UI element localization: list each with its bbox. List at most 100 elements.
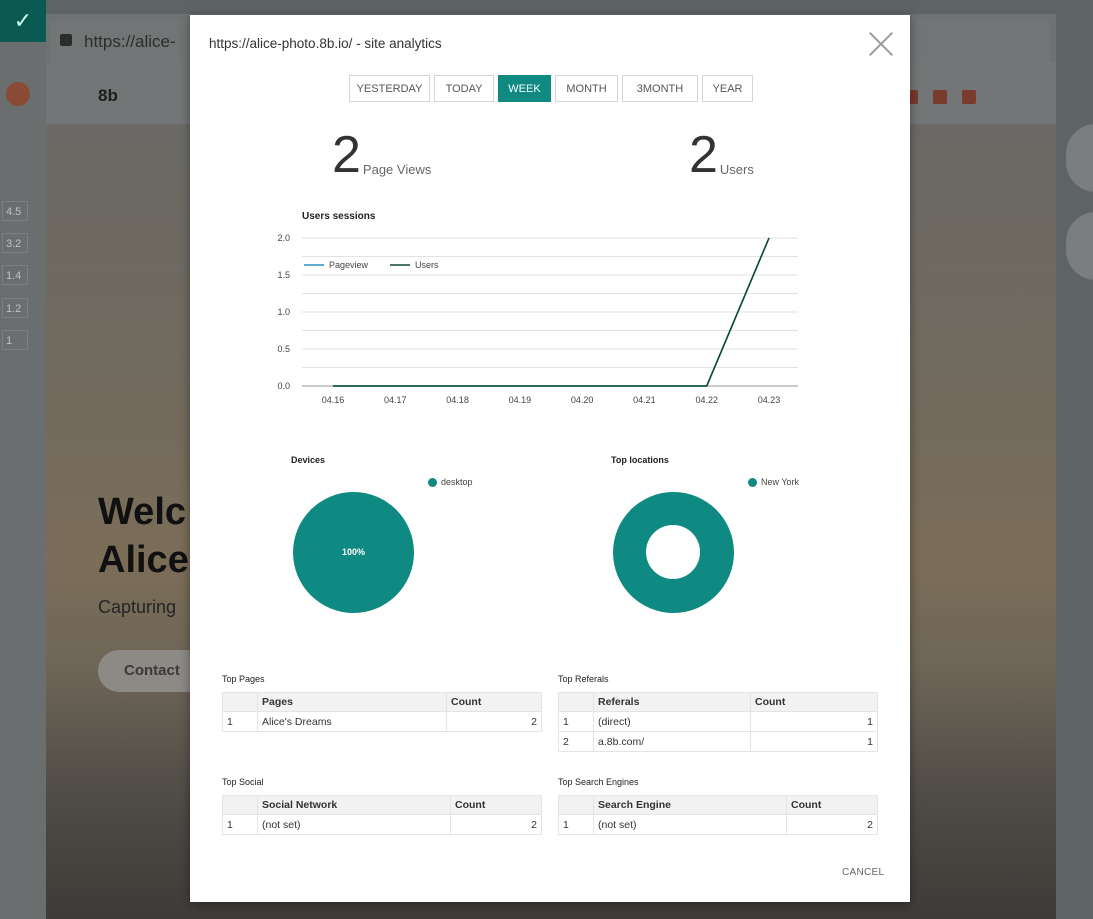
cancel-button[interactable]: CANCEL	[842, 867, 884, 878]
legend-label: desktop	[441, 477, 473, 487]
table-header: Count	[786, 795, 878, 815]
devices-legend: desktop	[428, 477, 473, 487]
tab-yesterday[interactable]: YESTERDAY	[349, 75, 430, 102]
y-tick-label: 0.5	[277, 344, 290, 354]
app-sidebar	[0, 0, 46, 919]
table-cell: 1	[222, 814, 258, 835]
facebook-icon[interactable]	[933, 90, 947, 104]
table-cell: (not set)	[257, 814, 451, 835]
table-header: Count	[446, 692, 542, 712]
table-header: Count	[450, 795, 542, 815]
line-chart-title: Users sessions	[302, 211, 376, 222]
pie-data-label: 100%	[342, 547, 366, 557]
locations-title: Top locations	[611, 455, 669, 465]
x-tick-label: 04.19	[509, 395, 532, 405]
table-cell: 2	[446, 711, 542, 732]
table-header: Social Network	[257, 795, 451, 815]
table-cell: 2	[450, 814, 542, 835]
table-header	[558, 795, 594, 815]
table-header	[558, 692, 594, 712]
users-sessions-chart: 0.0 0.5 1.0 1.5 2.0 04.16 04.17 04.18 04.19 04.20…	[277, 233, 798, 405]
hero-title-line: Welc	[98, 491, 187, 533]
top-social-title: Top Social	[222, 777, 264, 787]
legend-label: Users	[415, 260, 439, 270]
side-value: 1	[2, 330, 28, 350]
linkedin-icon[interactable]	[962, 90, 976, 104]
top-referals-title: Top Referals	[558, 674, 609, 684]
y-tick-label: 1.5	[277, 270, 290, 280]
tab-today[interactable]: TODAY	[434, 75, 494, 102]
tab-3month[interactable]: 3MONTH	[622, 75, 698, 102]
x-tick-label: 04.23	[758, 395, 781, 405]
table-row: 1 Alice's Dreams 2	[222, 711, 542, 732]
y-tick-label: 2.0	[277, 233, 290, 243]
table-cell: (not set)	[593, 814, 787, 835]
close-icon[interactable]	[868, 31, 894, 57]
table-cell: 1	[558, 711, 594, 732]
hero-title: Welc Alice	[98, 488, 189, 584]
top-pages-table: Pages Count 1 Alice's Dreams 2	[222, 692, 542, 732]
table-header: Count	[750, 692, 878, 712]
table-row: 2 a.8b.com/ 1	[558, 731, 878, 752]
avatar[interactable]	[6, 82, 30, 106]
lock-icon	[60, 34, 72, 46]
table-cell: 1	[750, 711, 878, 732]
x-tick-label: 04.21	[633, 395, 656, 405]
table-cell: 1	[750, 731, 878, 752]
page-views-metric: 2 Page Views	[332, 129, 431, 181]
y-tick-label: 0.0	[277, 381, 290, 391]
y-tick-label: 1.0	[277, 307, 290, 317]
period-tabs: YESTERDAY TODAY WEEK MONTH 3MONTH YEAR	[349, 75, 753, 102]
check-icon[interactable]: ✓	[0, 0, 46, 42]
side-value: 1.4	[2, 265, 28, 285]
table-cell: a.8b.com/	[593, 731, 751, 752]
tab-week[interactable]: WEEK	[498, 75, 551, 102]
legend-label: Pageview	[329, 260, 369, 270]
users-metric: 2 Users	[689, 129, 754, 181]
table-cell: 1	[222, 711, 258, 732]
table-row: 1 (not set) 2	[222, 814, 542, 835]
collapse-icon[interactable]	[1066, 212, 1093, 280]
x-tick-label: 04.20	[571, 395, 594, 405]
x-tick-label: 04.22	[695, 395, 718, 405]
tab-month[interactable]: MONTH	[555, 75, 618, 102]
table-cell: Alice's Dreams	[257, 711, 447, 732]
legend-swatch	[428, 477, 437, 487]
hero-subtitle: Capturing	[98, 597, 177, 617]
address-url: https://alice-	[84, 32, 176, 51]
page-views-label: Page Views	[362, 162, 432, 177]
top-search-title: Top Search Engines	[558, 777, 639, 787]
table-cell: 2	[558, 731, 594, 752]
top-pages-title: Top Pages	[222, 674, 265, 684]
x-tick-label: 04.17	[384, 395, 407, 405]
top-search-table: Search Engine Count 1 (not set) 2	[558, 795, 878, 835]
table-header: Referals	[593, 692, 751, 712]
modal-title: https://alice-photo.8b.io/ - site analyt…	[209, 36, 442, 51]
table-header: Pages	[257, 692, 447, 712]
users-value: 2	[689, 126, 718, 184]
legend-label: New York	[761, 477, 800, 487]
table-cell: 2	[786, 814, 878, 835]
side-value: 4.5	[2, 201, 28, 221]
table-header: Search Engine	[593, 795, 787, 815]
tab-year[interactable]: YEAR	[702, 75, 753, 102]
table-header	[222, 795, 258, 815]
settings-icon[interactable]	[1066, 124, 1093, 192]
table-cell: (direct)	[593, 711, 751, 732]
side-value: 1.2	[2, 298, 28, 318]
hero-title-line: Alice	[98, 539, 189, 581]
donut-hole	[646, 525, 700, 579]
legend-swatch	[748, 477, 757, 487]
table-header	[222, 692, 258, 712]
top-referals-table: Referals Count 1 (direct) 1 2 a.8b.com/ …	[558, 692, 878, 752]
site-logo[interactable]: 8b	[98, 86, 118, 106]
top-social-table: Social Network Count 1 (not set) 2	[222, 795, 542, 835]
table-row: 1 (direct) 1	[558, 711, 878, 732]
users-label: Users	[719, 162, 754, 177]
side-value: 3.2	[2, 233, 28, 253]
x-tick-label: 04.16	[322, 395, 345, 405]
x-tick-label: 04.18	[446, 395, 469, 405]
locations-legend: New York	[748, 477, 799, 487]
analytics-modal: https://alice-photo.8b.io/ - site analyt…	[190, 15, 910, 902]
page-views-value: 2	[332, 126, 361, 184]
